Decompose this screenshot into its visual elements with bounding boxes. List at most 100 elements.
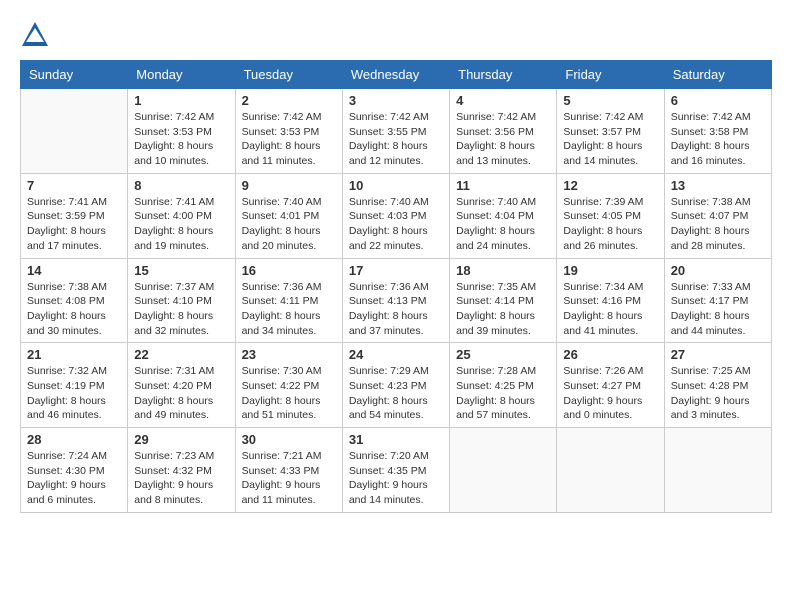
day-number: 31 <box>349 432 443 447</box>
day-info: Sunrise: 7:39 AM Sunset: 4:05 PM Dayligh… <box>563 195 657 254</box>
day-number: 1 <box>134 93 228 108</box>
day-number: 26 <box>563 347 657 362</box>
calendar: SundayMondayTuesdayWednesdayThursdayFrid… <box>20 60 772 513</box>
day-number: 9 <box>242 178 336 193</box>
day-info: Sunrise: 7:26 AM Sunset: 4:27 PM Dayligh… <box>563 364 657 423</box>
calendar-cell: 29Sunrise: 7:23 AM Sunset: 4:32 PM Dayli… <box>128 428 235 513</box>
day-number: 22 <box>134 347 228 362</box>
logo <box>20 20 52 50</box>
day-number: 28 <box>27 432 121 447</box>
calendar-cell: 18Sunrise: 7:35 AM Sunset: 4:14 PM Dayli… <box>450 258 557 343</box>
calendar-week-row: 28 Sunrise: 7:24 AM Sunset: 4:30 PM Dayli… <box>21 428 772 513</box>
calendar-cell: 24 Sunrise: 7:29 AM Sunset: 4:23 PM Dayli… <box>342 343 449 428</box>
day-info: Sunrise: 7:30 AM Sunset: 4:22 PM Dayligh… <box>242 364 336 423</box>
day-info: Sunrise: 7:42 AM Sunset: 3:56 PM Dayligh… <box>456 110 550 169</box>
day-number: 6 <box>671 93 765 108</box>
calendar-cell: 21 Sunrise: 7:32 AM Sunset: 4:19 PM Dayli… <box>21 343 128 428</box>
day-number: 2 <box>242 93 336 108</box>
day-of-week-header: Monday <box>128 61 235 89</box>
day-info: Sunrise: 7:33 AM Sunset: 4:17 PM Dayligh… <box>671 280 765 339</box>
day-info: Sunrise: 7:25 AM Sunset: 4:28 PM Dayligh… <box>671 364 765 423</box>
day-number: 7 <box>27 178 121 193</box>
day-number: 13 <box>671 178 765 193</box>
calendar-cell <box>21 89 128 174</box>
calendar-cell: 7Sunrise: 7:41 AM Sunset: 3:59 PM Daylig… <box>21 173 128 258</box>
calendar-cell: 20 Sunrise: 7:33 AM Sunset: 4:17 PM Dayli… <box>664 258 771 343</box>
day-number: 12 <box>563 178 657 193</box>
calendar-cell: 8 Sunrise: 7:41 AM Sunset: 4:00 PM Daylig… <box>128 173 235 258</box>
day-number: 29 <box>134 432 228 447</box>
calendar-cell: 6 Sunrise: 7:42 AM Sunset: 3:58 PM Daylig… <box>664 89 771 174</box>
calendar-cell <box>450 428 557 513</box>
day-number: 21 <box>27 347 121 362</box>
day-info: Sunrise: 7:29 AM Sunset: 4:23 PM Dayligh… <box>349 364 443 423</box>
calendar-cell: 22 Sunrise: 7:31 AM Sunset: 4:20 PM Dayli… <box>128 343 235 428</box>
day-number: 8 <box>134 178 228 193</box>
day-of-week-header: Wednesday <box>342 61 449 89</box>
day-number: 4 <box>456 93 550 108</box>
day-info: Sunrise: 7:38 AM Sunset: 4:07 PM Dayligh… <box>671 195 765 254</box>
day-number: 23 <box>242 347 336 362</box>
day-number: 24 <box>349 347 443 362</box>
day-info: Sunrise: 7:37 AM Sunset: 4:10 PM Dayligh… <box>134 280 228 339</box>
day-info: Sunrise: 7:24 AM Sunset: 4:30 PM Dayligh… <box>27 449 121 508</box>
calendar-cell: 13 Sunrise: 7:38 AM Sunset: 4:07 PM Dayli… <box>664 173 771 258</box>
day-number: 5 <box>563 93 657 108</box>
calendar-cell: 10Sunrise: 7:40 AM Sunset: 4:03 PM Dayli… <box>342 173 449 258</box>
calendar-cell <box>664 428 771 513</box>
day-number: 27 <box>671 347 765 362</box>
day-info: Sunrise: 7:28 AM Sunset: 4:25 PM Dayligh… <box>456 364 550 423</box>
calendar-week-row: 21 Sunrise: 7:32 AM Sunset: 4:19 PM Dayli… <box>21 343 772 428</box>
day-info: Sunrise: 7:42 AM Sunset: 3:58 PM Dayligh… <box>671 110 765 169</box>
calendar-week-row: 7Sunrise: 7:41 AM Sunset: 3:59 PM Daylig… <box>21 173 772 258</box>
day-info: Sunrise: 7:21 AM Sunset: 4:33 PM Dayligh… <box>242 449 336 508</box>
day-of-week-header: Friday <box>557 61 664 89</box>
day-info: Sunrise: 7:40 AM Sunset: 4:01 PM Dayligh… <box>242 195 336 254</box>
calendar-cell: 19Sunrise: 7:34 AM Sunset: 4:16 PM Dayli… <box>557 258 664 343</box>
calendar-cell: 25 Sunrise: 7:28 AM Sunset: 4:25 PM Dayli… <box>450 343 557 428</box>
day-info: Sunrise: 7:42 AM Sunset: 3:55 PM Dayligh… <box>349 110 443 169</box>
day-info: Sunrise: 7:38 AM Sunset: 4:08 PM Dayligh… <box>27 280 121 339</box>
calendar-cell <box>557 428 664 513</box>
calendar-cell: 15Sunrise: 7:37 AM Sunset: 4:10 PM Dayli… <box>128 258 235 343</box>
day-info: Sunrise: 7:35 AM Sunset: 4:14 PM Dayligh… <box>456 280 550 339</box>
calendar-cell: 17Sunrise: 7:36 AM Sunset: 4:13 PM Dayli… <box>342 258 449 343</box>
day-number: 25 <box>456 347 550 362</box>
day-number: 10 <box>349 178 443 193</box>
calendar-header-row: SundayMondayTuesdayWednesdayThursdayFrid… <box>21 61 772 89</box>
calendar-cell: 1Sunrise: 7:42 AM Sunset: 3:53 PM Daylig… <box>128 89 235 174</box>
day-info: Sunrise: 7:42 AM Sunset: 3:53 PM Dayligh… <box>242 110 336 169</box>
day-of-week-header: Thursday <box>450 61 557 89</box>
logo-icon <box>20 20 50 50</box>
day-of-week-header: Saturday <box>664 61 771 89</box>
day-number: 19 <box>563 263 657 278</box>
calendar-cell: 3 Sunrise: 7:42 AM Sunset: 3:55 PM Daylig… <box>342 89 449 174</box>
day-info: Sunrise: 7:42 AM Sunset: 3:57 PM Dayligh… <box>563 110 657 169</box>
calendar-cell: 5 Sunrise: 7:42 AM Sunset: 3:57 PM Daylig… <box>557 89 664 174</box>
day-number: 17 <box>349 263 443 278</box>
calendar-cell: 14Sunrise: 7:38 AM Sunset: 4:08 PM Dayli… <box>21 258 128 343</box>
day-of-week-header: Tuesday <box>235 61 342 89</box>
calendar-cell: 12 Sunrise: 7:39 AM Sunset: 4:05 PM Dayli… <box>557 173 664 258</box>
calendar-cell: 4 Sunrise: 7:42 AM Sunset: 3:56 PM Daylig… <box>450 89 557 174</box>
day-number: 16 <box>242 263 336 278</box>
calendar-cell: 11 Sunrise: 7:40 AM Sunset: 4:04 PM Dayli… <box>450 173 557 258</box>
day-number: 30 <box>242 432 336 447</box>
day-info: Sunrise: 7:41 AM Sunset: 4:00 PM Dayligh… <box>134 195 228 254</box>
calendar-cell: 9 Sunrise: 7:40 AM Sunset: 4:01 PM Daylig… <box>235 173 342 258</box>
day-of-week-header: Sunday <box>21 61 128 89</box>
calendar-week-row: 14Sunrise: 7:38 AM Sunset: 4:08 PM Dayli… <box>21 258 772 343</box>
day-info: Sunrise: 7:40 AM Sunset: 4:04 PM Dayligh… <box>456 195 550 254</box>
calendar-cell: 28 Sunrise: 7:24 AM Sunset: 4:30 PM Dayli… <box>21 428 128 513</box>
page-header <box>20 20 772 50</box>
calendar-cell: 2 Sunrise: 7:42 AM Sunset: 3:53 PM Daylig… <box>235 89 342 174</box>
day-number: 3 <box>349 93 443 108</box>
day-info: Sunrise: 7:36 AM Sunset: 4:11 PM Dayligh… <box>242 280 336 339</box>
day-info: Sunrise: 7:20 AM Sunset: 4:35 PM Dayligh… <box>349 449 443 508</box>
day-info: Sunrise: 7:32 AM Sunset: 4:19 PM Dayligh… <box>27 364 121 423</box>
day-number: 20 <box>671 263 765 278</box>
calendar-cell: 16 Sunrise: 7:36 AM Sunset: 4:11 PM Dayli… <box>235 258 342 343</box>
calendar-cell: 27 Sunrise: 7:25 AM Sunset: 4:28 PM Dayli… <box>664 343 771 428</box>
day-number: 11 <box>456 178 550 193</box>
day-info: Sunrise: 7:31 AM Sunset: 4:20 PM Dayligh… <box>134 364 228 423</box>
